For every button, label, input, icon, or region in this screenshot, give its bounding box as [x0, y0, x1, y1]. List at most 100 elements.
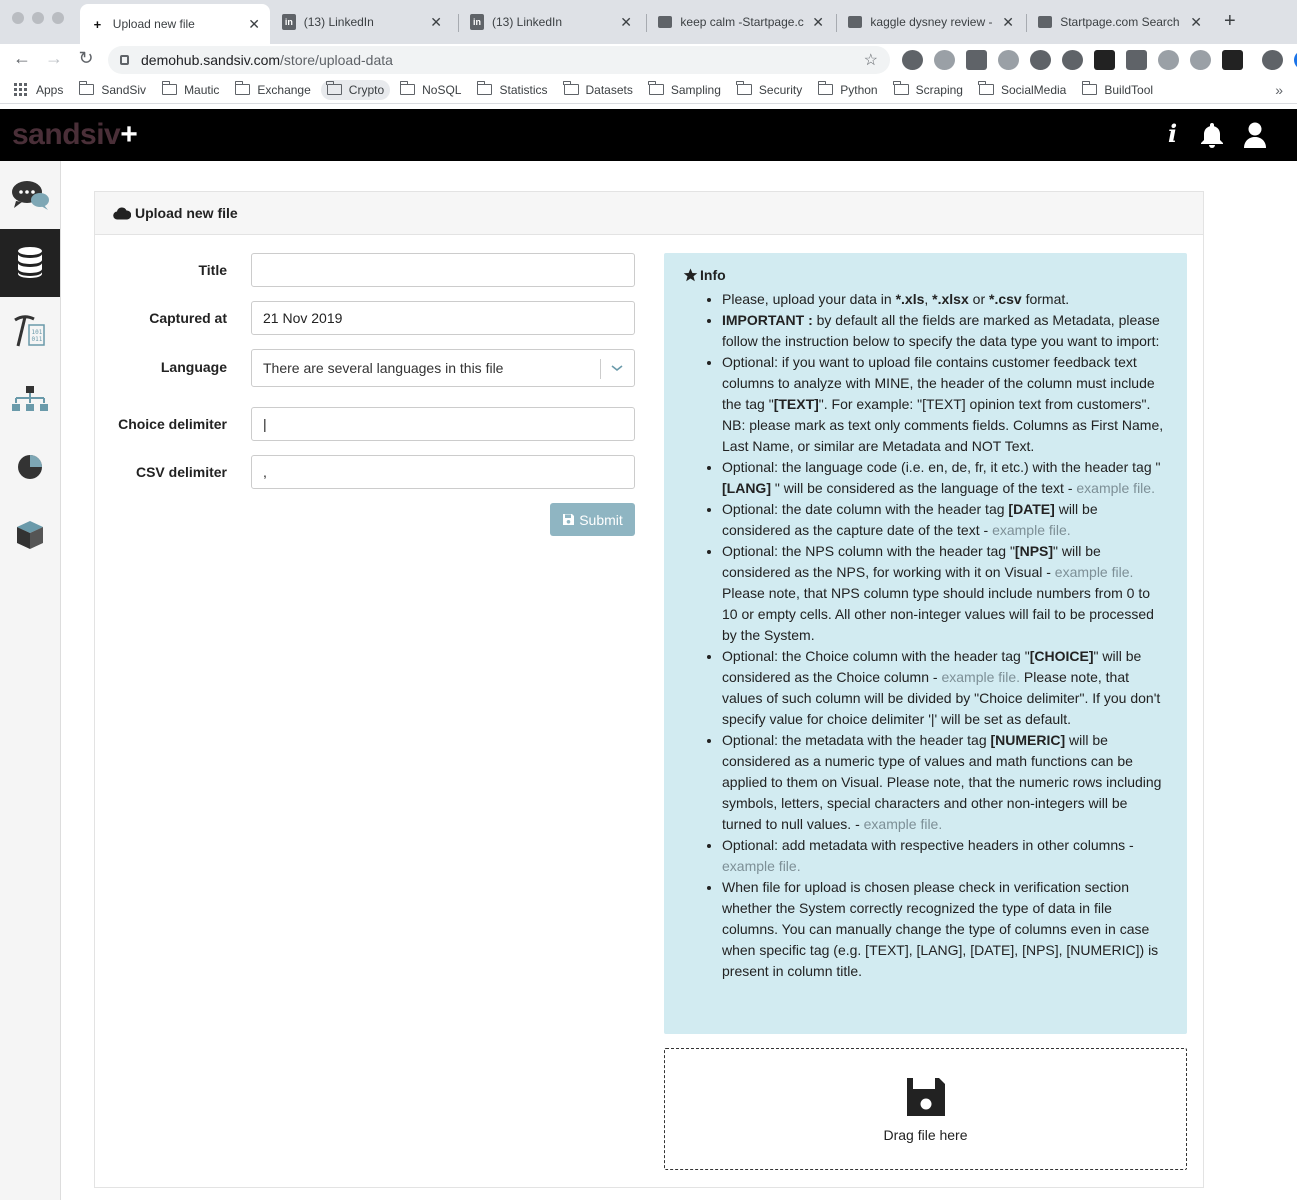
close-window-icon[interactable]: [12, 12, 24, 24]
forward-arrow-icon[interactable]: →: [42, 48, 66, 69]
bookmark-star-icon[interactable]: ☆: [864, 50, 878, 70]
tab-close-icon[interactable]: ✕: [1190, 14, 1202, 31]
bookmark-folder[interactable]: SandSiv: [78, 81, 147, 97]
info-box: Info Please, upload your data in *.xls, …: [664, 253, 1187, 1034]
pie-chart-icon: [18, 455, 42, 479]
extension-icon[interactable]: [1222, 50, 1243, 70]
bookmark-label: SandSiv: [101, 82, 147, 97]
cube-icon: [17, 521, 43, 549]
file-dropzone[interactable]: Drag file here: [664, 1048, 1187, 1170]
sandsiv-logo[interactable]: sandsiv+: [12, 118, 138, 152]
bookmark-folder[interactable]: Statistics: [476, 81, 548, 97]
browser-tab[interactable]: Startpage.com Search ✕: [1028, 6, 1212, 38]
form-row-csv-delimiter: CSV delimiter: [95, 455, 635, 489]
folder-icon: [476, 81, 493, 95]
extension-icon[interactable]: [1158, 50, 1179, 70]
language-select[interactable]: There are several languages in this file: [251, 349, 635, 387]
bookmarks-bar: Apps SandSiv Mautic Exchange Crypto NoSQ…: [0, 76, 1297, 104]
evernote-extension-icon[interactable]: [902, 50, 923, 70]
new-tab-icon[interactable]: +: [1224, 10, 1236, 33]
bookmark-folder[interactable]: Exchange: [234, 81, 311, 97]
example-file-link[interactable]: example file.: [941, 669, 1020, 685]
bell-icon[interactable]: [1199, 121, 1225, 152]
startpage-favicon-icon: [848, 16, 863, 28]
info-item: Optional: the NPS column with the header…: [722, 541, 1169, 646]
minimize-window-icon[interactable]: [32, 12, 44, 24]
sidebar-item-store[interactable]: [0, 229, 60, 297]
tab-title: Upload new file: [112, 17, 195, 31]
cloud-icon: [113, 206, 131, 220]
tab-close-icon[interactable]: ✕: [1002, 14, 1014, 31]
browser-tab-active[interactable]: + Upload new file ✕: [80, 4, 270, 44]
extension-icon[interactable]: [934, 50, 955, 70]
tab-close-icon[interactable]: ✕: [620, 14, 632, 31]
bookmark-apps[interactable]: Apps: [14, 83, 63, 97]
example-file-link[interactable]: example file.: [864, 816, 943, 832]
bookmark-folder[interactable]: BuildTool: [1081, 81, 1153, 97]
bookmark-label: Sampling: [670, 82, 721, 97]
example-file-link[interactable]: example file.: [722, 858, 801, 874]
title-input[interactable]: [251, 253, 635, 287]
folder-icon: [161, 81, 178, 95]
extension-icon[interactable]: [966, 50, 987, 70]
bookmark-folder[interactable]: NoSQL: [399, 81, 461, 97]
bookmark-folder[interactable]: Scraping: [893, 81, 963, 97]
bookmark-label: SocialMedia: [1000, 82, 1067, 97]
bookmark-folder[interactable]: SocialMedia: [978, 81, 1067, 97]
folder-icon: [563, 81, 579, 95]
bookmark-folder[interactable]: Security: [736, 81, 802, 97]
url-host: demohub.sandsiv.com: [141, 52, 281, 68]
example-file-link[interactable]: example file.: [1055, 564, 1134, 580]
browser-tab[interactable]: kaggle dysney review - ✕: [838, 6, 1024, 38]
captured-at-input[interactable]: [251, 301, 635, 335]
svg-text:101: 101: [32, 329, 43, 336]
sidebar-item-mine[interactable]: 101 011: [0, 297, 60, 365]
browser-tab-strip: + Upload new file ✕ in (13) LinkedIn ✕ i…: [0, 0, 1297, 44]
extension-icon[interactable]: [1094, 50, 1115, 70]
bookmark-folder[interactable]: Crypto: [320, 79, 391, 100]
bookmark-folder[interactable]: Sampling: [648, 81, 721, 97]
form-row-title: Title: [95, 253, 635, 287]
bookmark-label: Statistics: [499, 82, 548, 97]
reload-icon[interactable]: ↻: [74, 48, 98, 69]
title-label: Title: [198, 262, 227, 278]
window-controls[interactable]: [12, 12, 64, 24]
extension-icon[interactable]: [998, 50, 1019, 70]
tab-close-icon[interactable]: ✕: [812, 14, 824, 31]
language-selected-value: There are several languages in this file: [263, 360, 504, 376]
submit-button[interactable]: Submit: [550, 503, 635, 536]
example-file-link[interactable]: example file.: [992, 522, 1071, 538]
extension-icon[interactable]: [1126, 50, 1147, 70]
browser-tab[interactable]: in (13) LinkedIn ✕: [460, 6, 642, 38]
info-title: Info: [683, 267, 1169, 283]
floppy-disk-icon: [906, 1078, 945, 1116]
csv-delimiter-input[interactable]: [251, 455, 635, 489]
bookmark-folder[interactable]: Datasets: [563, 81, 633, 97]
info-list: Please, upload your data in *.xls, *.xls…: [682, 289, 1169, 982]
back-arrow-icon[interactable]: ←: [10, 48, 34, 69]
address-bar[interactable]: demohub.sandsiv.com/store/upload-data ☆: [108, 46, 890, 74]
extension-icon[interactable]: [1062, 50, 1083, 70]
example-file-link[interactable]: example file.: [1076, 480, 1155, 496]
choice-delimiter-input[interactable]: [251, 407, 635, 441]
extension-icon[interactable]: [1030, 50, 1051, 70]
profile-avatar-icon[interactable]: [1262, 50, 1283, 70]
bookmarks-overflow-icon[interactable]: »: [1275, 82, 1283, 98]
mining-tool-icon: 101011: [14, 315, 45, 347]
info-item: Optional: add metadata with respective h…: [722, 835, 1169, 877]
bookmark-folder[interactable]: Python: [817, 81, 878, 97]
bookmark-folder[interactable]: Mautic: [161, 81, 219, 97]
tab-close-icon[interactable]: ✕: [248, 16, 260, 33]
sidebar-item-feedback[interactable]: [0, 161, 60, 229]
sidebar-item-visual[interactable]: [0, 433, 60, 501]
browser-tab[interactable]: keep calm -Startpage.c ✕: [648, 6, 834, 38]
maximize-window-icon[interactable]: [52, 12, 64, 24]
info-icon[interactable]: i: [1168, 119, 1177, 148]
chevron-down-icon[interactable]: [610, 361, 624, 375]
user-icon[interactable]: [1243, 121, 1267, 152]
tab-close-icon[interactable]: ✕: [430, 14, 442, 31]
sidebar-item-structure[interactable]: [0, 365, 60, 433]
browser-tab[interactable]: in (13) LinkedIn ✕: [272, 6, 452, 38]
sidebar-item-modules[interactable]: [0, 501, 60, 569]
extension-icon[interactable]: [1190, 50, 1211, 70]
